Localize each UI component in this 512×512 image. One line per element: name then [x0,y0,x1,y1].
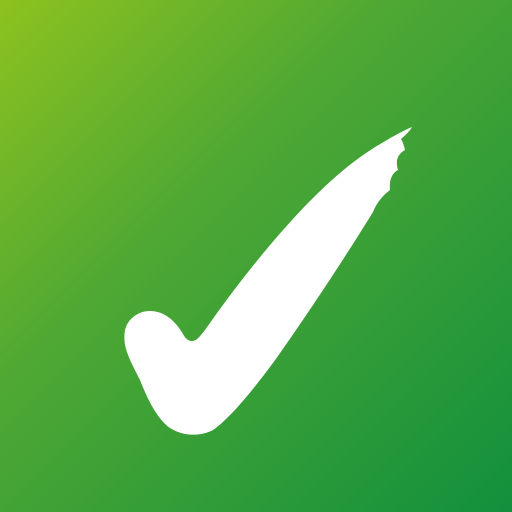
app-icon [0,0,512,512]
app-icon-graphic [0,0,512,512]
gradient-background [0,0,512,512]
